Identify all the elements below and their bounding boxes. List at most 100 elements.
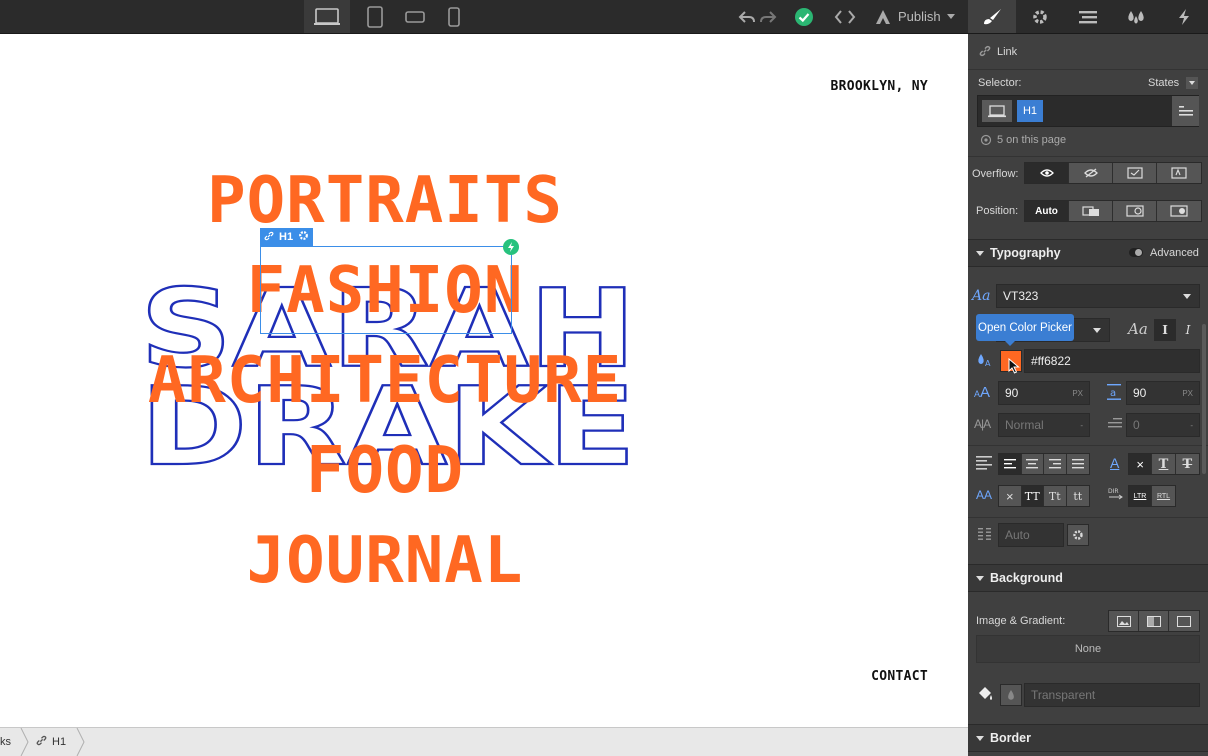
position-fixed-icon[interactable] (1157, 201, 1201, 221)
settings-gear-icon[interactable] (1016, 0, 1064, 33)
selector-field[interactable]: H1 (977, 95, 1199, 127)
color-hex-input[interactable]: #ff6822 (1024, 349, 1200, 373)
advanced-toggle[interactable] (1129, 248, 1143, 257)
strikethrough-icon[interactable]: T (1176, 454, 1199, 474)
direction-rtl[interactable]: RTL (1152, 486, 1175, 506)
selector-menu-icon[interactable] (1172, 96, 1199, 126)
divider (968, 156, 1208, 157)
underline-icon[interactable]: T (1152, 454, 1176, 474)
background-color-input[interactable]: Transparent (1024, 683, 1200, 707)
link-icon (979, 45, 991, 60)
add-image-icon[interactable] (1109, 611, 1139, 631)
direction-ltr[interactable]: LTR (1129, 486, 1153, 506)
menu-link-food[interactable]: FOOD (0, 439, 770, 503)
typography-title: Typography (990, 246, 1061, 260)
letter-spacing-input[interactable]: Normal - (998, 413, 1090, 437)
transform-uppercase[interactable]: TT (1021, 486, 1044, 506)
background-none-label: None (1074, 643, 1102, 655)
text-decoration-icon: A (1110, 455, 1120, 471)
breadcrumb-body-label: ks (0, 736, 11, 748)
tooltip-arrow (1005, 341, 1015, 346)
overflow-scroll-icon[interactable] (1113, 163, 1157, 183)
symbols-drops-icon[interactable] (1112, 0, 1160, 33)
align-justify-icon[interactable] (1067, 454, 1089, 474)
decoration-none-icon[interactable]: × (1129, 454, 1153, 474)
chevron-down-icon (976, 250, 984, 256)
text-transform-control: × TT Tt tt (998, 485, 1090, 507)
desktop-icon (982, 100, 1012, 122)
design-canvas[interactable]: BROOKLYN, NY CONTACT SARAH DRAKE PORTRAI… (0, 34, 968, 727)
line-height-value: 90 (1133, 386, 1147, 400)
transform-none-icon[interactable]: × (999, 486, 1022, 506)
redo-icon[interactable] (758, 0, 778, 33)
style-brush-icon[interactable] (968, 0, 1016, 33)
menu-link-portraits[interactable]: PORTRAITS (0, 169, 770, 233)
align-center-icon[interactable] (1022, 454, 1044, 474)
align-left-icon[interactable] (999, 454, 1022, 474)
tablet-icon[interactable] (356, 0, 394, 33)
columns-value: Auto (1005, 528, 1030, 542)
mobile-portrait-icon[interactable] (436, 0, 472, 33)
position-relative-icon[interactable] (1069, 201, 1113, 221)
contact-link[interactable]: CONTACT (871, 669, 928, 684)
italic-on-icon[interactable]: I (1177, 319, 1199, 341)
navigator-icon[interactable] (1064, 0, 1112, 33)
italic-off-icon[interactable]: I (1154, 319, 1176, 341)
transform-lowercase[interactable]: tt (1067, 486, 1089, 506)
breadcrumb-item-body[interactable]: ks (0, 728, 11, 756)
mobile-landscape-icon[interactable] (396, 0, 434, 33)
selection-label[interactable]: H1 (260, 228, 314, 246)
panel-scrollbar[interactable] (1202, 324, 1206, 474)
gear-icon[interactable] (298, 230, 309, 244)
text-indent-unit: - (1190, 420, 1193, 430)
selector-tag[interactable]: H1 (1017, 100, 1043, 122)
chevron-down-icon (946, 14, 955, 19)
overflow-hidden-eye-icon[interactable] (1069, 163, 1113, 183)
font-family-select[interactable]: VT323 (996, 284, 1200, 308)
desktop-icon[interactable] (304, 0, 350, 33)
text-direction-control: LTR RTL (1128, 485, 1176, 507)
font-style-icon[interactable]: Aa (1128, 320, 1148, 338)
menu-link-architecture[interactable]: ARCHITECTURE (0, 349, 770, 413)
advanced-label: Advanced (1150, 247, 1199, 259)
columns-input[interactable]: Auto (998, 523, 1064, 547)
states-dropdown[interactable] (1186, 77, 1198, 89)
overflow-auto-icon[interactable] (1157, 163, 1201, 183)
add-gradient-icon[interactable] (1139, 611, 1169, 631)
letter-spacing-icon: A|A (974, 417, 991, 431)
transform-capitalize[interactable]: Tt (1044, 486, 1067, 506)
publish-button[interactable]: Publish (874, 0, 962, 33)
undo-icon[interactable] (736, 0, 758, 33)
border-title: Border (990, 731, 1031, 745)
menu-link-journal[interactable]: JOURNAL (0, 529, 770, 593)
interactions-bolt-icon[interactable] (1160, 0, 1208, 33)
font-size-input[interactable]: 90 PX (998, 381, 1090, 405)
background-layer-control (1108, 610, 1200, 632)
align-right-icon[interactable] (1044, 454, 1067, 474)
columns-settings-gear-icon[interactable] (1067, 524, 1089, 546)
position-auto[interactable]: Auto (1025, 201, 1069, 221)
position-absolute-icon[interactable] (1113, 201, 1157, 221)
text-indent-value: 0 (1133, 418, 1140, 432)
check-icon[interactable] (792, 0, 816, 33)
font-size-value: 90 (1005, 386, 1019, 400)
location-text[interactable]: BROOKLYN, NY (830, 79, 928, 94)
breadcrumb-item-h1[interactable]: H1 (36, 728, 66, 756)
selection-tag: H1 (279, 231, 294, 243)
line-height-input[interactable]: 90 PX (1126, 381, 1200, 405)
interaction-bolt-icon[interactable] (503, 239, 519, 255)
svg-text:a: a (1110, 388, 1116, 399)
svg-text:A: A (985, 359, 991, 367)
background-section-header[interactable]: Background (968, 564, 1208, 592)
selection-outline (260, 246, 512, 334)
border-section-header[interactable]: Border (968, 724, 1208, 752)
overflow-visible-eye-icon[interactable] (1025, 163, 1069, 183)
code-icon[interactable] (832, 0, 858, 33)
states-label[interactable]: States (1148, 77, 1179, 89)
chevron-down-icon (976, 575, 984, 581)
chevron-down-icon (1093, 328, 1101, 333)
text-indent-input[interactable]: 0 - (1126, 413, 1200, 437)
background-color-swatch[interactable] (1000, 684, 1022, 706)
divider (968, 69, 1208, 70)
add-color-overlay-icon[interactable] (1169, 611, 1199, 631)
